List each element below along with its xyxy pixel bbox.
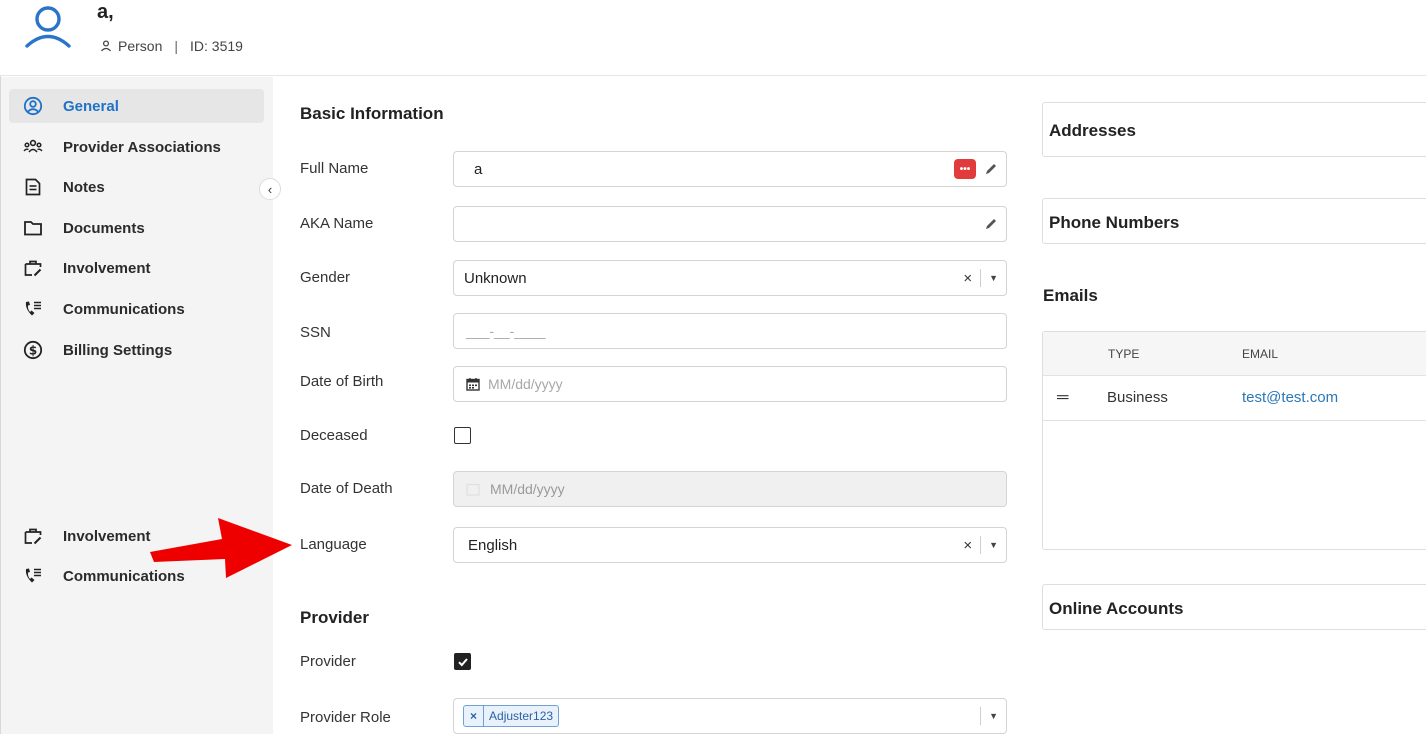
online-accounts-panel[interactable]: Online Accounts	[1042, 584, 1426, 630]
sidebar-item-documents[interactable]: Documents	[9, 211, 264, 245]
deceased-checkbox[interactable]	[454, 427, 471, 444]
sidebar-item-label: Provider Associations	[63, 138, 221, 156]
folder-icon	[22, 217, 44, 239]
sidebar-item-provider-associations[interactable]: Provider Associations	[9, 130, 264, 164]
table-row[interactable]: ═ Business test@test.com	[1043, 376, 1426, 421]
pencil-icon[interactable]	[984, 162, 998, 176]
phone-list-icon	[22, 565, 44, 583]
dod-label: Date of Death	[300, 480, 393, 497]
gender-label: Gender	[300, 269, 351, 286]
gender-select[interactable]: Unknown × ▼	[453, 260, 1007, 296]
phone-numbers-title: Phone Numbers	[1049, 213, 1180, 232]
sidebar-item-label: Billing Settings	[63, 341, 173, 359]
dob-placeholder: MM/dd/yyyy	[488, 376, 563, 392]
ssn-label: SSN	[300, 324, 331, 341]
emails-table: TYPE EMAIL ═ Business test@test.com	[1042, 331, 1426, 550]
briefcase-edit-icon	[22, 257, 44, 279]
select-divider	[980, 269, 982, 287]
sidebar-item-label: Communications	[63, 300, 185, 318]
addresses-panel[interactable]: Addresses	[1042, 102, 1426, 157]
role-chip-label: Adjuster123	[489, 709, 554, 723]
provider-role-select[interactable]: × Adjuster123 ▼	[453, 698, 1007, 734]
provider-checkbox[interactable]	[454, 653, 471, 670]
sidebar-item-involvement[interactable]: Involvement	[9, 251, 264, 285]
clear-icon[interactable]: ×	[963, 270, 972, 287]
ssn-field[interactable]: ___-__-____	[453, 313, 1007, 349]
language-value: English	[468, 536, 518, 554]
meta-separator: |	[174, 38, 178, 54]
sidebar: General Provider Associations Notes Docu…	[1, 77, 273, 734]
aka-name-field[interactable]	[453, 206, 1007, 242]
person-icon	[101, 40, 111, 52]
basic-information-title: Basic Information	[300, 104, 444, 123]
dod-field: MM/dd/yyyy	[453, 471, 1007, 507]
language-label: Language	[300, 536, 367, 553]
record-name: a,	[97, 1, 114, 23]
provider-role-label: Provider Role	[300, 709, 391, 726]
email-address-link[interactable]: test@test.com	[1242, 389, 1338, 406]
sidebar-item-notes[interactable]: Notes	[9, 170, 264, 204]
sidebar-item-label: Notes	[63, 178, 105, 196]
svg-text:$: $	[29, 343, 37, 357]
online-accounts-title: Online Accounts	[1049, 599, 1184, 618]
deceased-label: Deceased	[300, 427, 368, 444]
full-name-label: Full Name	[300, 160, 369, 177]
role-chip: × Adjuster123	[463, 705, 560, 727]
gender-value: Unknown	[464, 269, 527, 287]
provider-flag-label: Provider	[300, 653, 356, 670]
dob-label: Date of Birth	[300, 373, 384, 390]
chevron-down-icon[interactable]: ▼	[989, 273, 998, 283]
chevron-down-icon[interactable]: ▼	[989, 540, 998, 550]
password-manager-badge[interactable]: •••	[954, 159, 976, 179]
emails-table-header: TYPE EMAIL	[1043, 332, 1426, 376]
record-id: ID: 3519	[190, 38, 243, 54]
full-name-value: a	[474, 160, 483, 178]
briefcase-edit-icon	[22, 525, 44, 547]
drag-handle-icon[interactable]: ═	[1057, 389, 1068, 407]
dod-placeholder: MM/dd/yyyy	[490, 481, 565, 497]
checkmark-icon	[457, 657, 468, 666]
full-name-field[interactable]: a •••	[453, 151, 1007, 187]
floating-nav-label: Involvement	[63, 527, 151, 545]
language-select[interactable]: English × ▼	[453, 527, 1007, 563]
sidebar-item-communications[interactable]: Communications	[9, 292, 264, 326]
select-divider	[980, 707, 982, 725]
chip-remove-icon[interactable]: ×	[464, 706, 485, 726]
calendar-icon	[466, 483, 480, 496]
clear-icon[interactable]: ×	[963, 537, 972, 554]
email-type-cell: Business	[1107, 389, 1168, 406]
chevron-down-icon[interactable]: ▼	[989, 711, 998, 721]
aka-name-label: AKA Name	[300, 215, 374, 232]
column-header-email[interactable]: EMAIL	[1242, 347, 1278, 361]
addresses-title: Addresses	[1049, 121, 1136, 140]
column-header-type[interactable]: TYPE	[1108, 347, 1139, 361]
calendar-icon[interactable]	[466, 377, 480, 391]
sidebar-collapse-button[interactable]: ‹	[259, 178, 281, 200]
pencil-icon[interactable]	[984, 217, 998, 231]
dollar-circle-icon: $	[22, 339, 44, 361]
annotation-arrow-icon	[150, 518, 292, 578]
sidebar-item-general[interactable]: General	[9, 89, 264, 123]
avatar-user-icon	[25, 6, 71, 48]
phone-numbers-panel[interactable]: Phone Numbers	[1042, 198, 1426, 244]
provider-section-title: Provider	[300, 608, 369, 627]
sidebar-item-label: Involvement	[63, 259, 151, 277]
record-type: Person	[118, 38, 163, 54]
phone-list-icon	[22, 298, 44, 320]
select-divider	[980, 536, 982, 554]
emails-title: Emails	[1043, 286, 1098, 305]
sidebar-item-billing-settings[interactable]: $ Billing Settings	[9, 333, 264, 367]
note-icon	[22, 176, 44, 198]
user-circle-icon	[22, 95, 44, 117]
users-group-icon	[22, 136, 44, 158]
sidebar-item-label: Documents	[63, 219, 145, 237]
ssn-placeholder: ___-__-____	[466, 323, 546, 339]
sidebar-item-label: General	[63, 97, 119, 115]
chevron-left-icon: ‹	[267, 181, 273, 197]
dob-field[interactable]: MM/dd/yyyy	[453, 366, 1007, 402]
record-header: a, Person | ID: 3519	[0, 0, 1426, 76]
record-meta: Person | ID: 3519	[100, 38, 243, 54]
